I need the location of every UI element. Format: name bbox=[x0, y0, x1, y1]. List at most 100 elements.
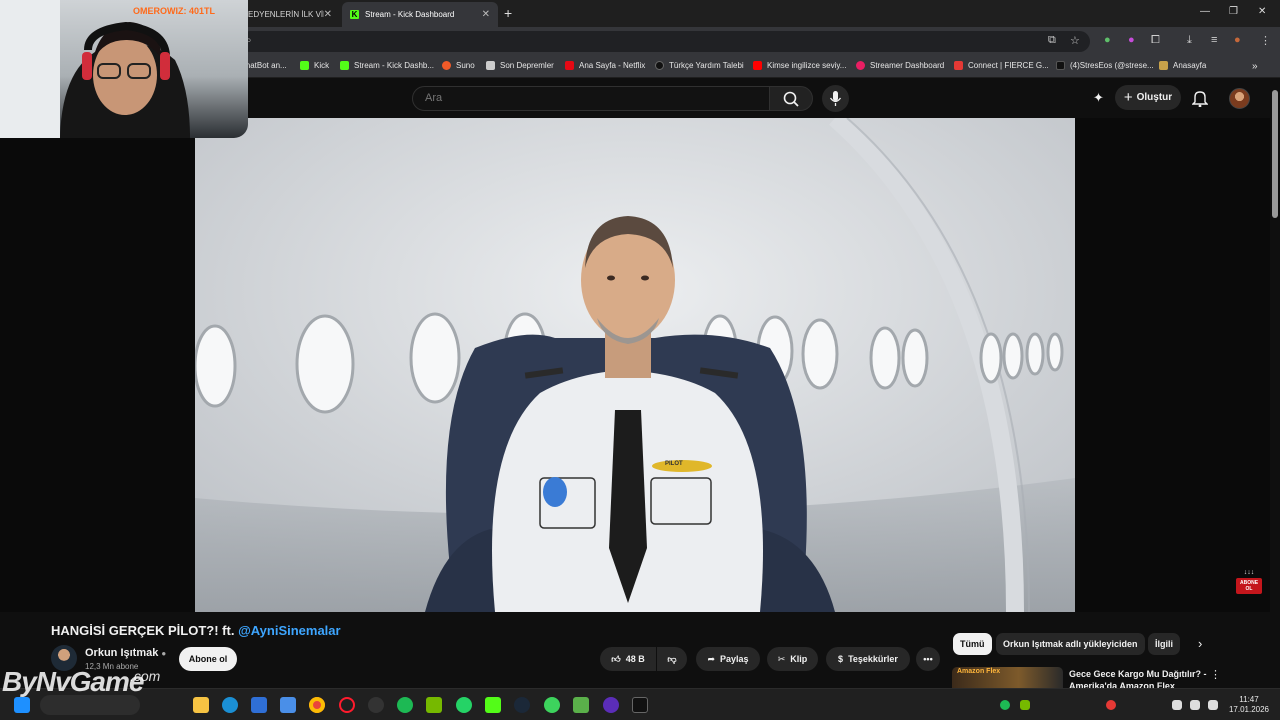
kick-icon bbox=[340, 61, 349, 70]
taskbar-clock[interactable]: 11:47 17.01.2026 bbox=[1225, 695, 1273, 715]
search-button[interactable] bbox=[769, 86, 813, 111]
more-bookmarks-icon[interactable]: » bbox=[1252, 61, 1258, 72]
install-app-icon[interactable]: ⧉ bbox=[1048, 34, 1056, 47]
voice-search-button[interactable] bbox=[822, 85, 849, 112]
thumbs-up-icon: 👍︎ bbox=[611, 653, 621, 664]
bookmark-star-icon[interactable]: ☆ bbox=[1070, 34, 1080, 47]
mention-link[interactable]: @AyniSinemalar bbox=[238, 623, 341, 638]
bookmark-item[interactable]: Kimse ingilizce seviy... bbox=[753, 61, 846, 70]
epic-games-icon[interactable] bbox=[632, 697, 648, 713]
clip-button[interactable]: ✂ Klip bbox=[767, 647, 818, 671]
chevron-right-icon[interactable]: › bbox=[1198, 636, 1202, 651]
steam-icon[interactable] bbox=[514, 697, 530, 713]
tab-youtube[interactable]: EDYENLERİN İLK VİDE... ✕ bbox=[240, 2, 340, 27]
tab-label: Stream - Kick Dashboard bbox=[365, 10, 455, 19]
create-button[interactable]: + Oluştur bbox=[1115, 85, 1181, 110]
chip-uploader[interactable]: Orkun Işıtmak adlı yükleyiciden bbox=[996, 633, 1145, 655]
share-arrow-icon: ➦ bbox=[707, 653, 715, 664]
account-avatar[interactable] bbox=[1229, 88, 1250, 109]
youtube-icon bbox=[753, 61, 762, 70]
bookmark-item[interactable]: Stream - Kick Dashb... bbox=[340, 61, 434, 70]
profile-avatar-icon[interactable]: ● bbox=[1234, 34, 1241, 46]
url-omnibox[interactable]: ⌕ bbox=[240, 31, 1090, 52]
bookmark-item[interactable]: Türkçe Yardım Talebi bbox=[655, 61, 744, 70]
bookmark-item[interactable]: Streamer Dashboard bbox=[856, 61, 944, 70]
tab-kick-dashboard[interactable]: K Stream - Kick Dashboard ✕ bbox=[342, 2, 498, 27]
taskbar-search[interactable] bbox=[40, 695, 140, 715]
channel-name[interactable]: Orkun Işıtmak ● bbox=[85, 647, 166, 659]
scissors-icon: ✂ bbox=[777, 653, 786, 664]
share-button[interactable]: ➦ Paylaş bbox=[696, 647, 760, 671]
video-scene bbox=[195, 118, 1075, 612]
video-frame[interactable]: PILOT bbox=[195, 118, 1075, 612]
bookmark-item[interactable]: Anasayfa bbox=[1159, 61, 1206, 70]
minimize-icon[interactable]: — bbox=[1200, 6, 1210, 17]
subscribe-badge: ↓↓↓ ABONE OL bbox=[1236, 569, 1262, 598]
search-icon bbox=[783, 91, 799, 107]
kick-app-icon[interactable] bbox=[485, 697, 501, 713]
bookmark-item[interactable]: Kick bbox=[300, 61, 329, 70]
home-icon bbox=[1159, 61, 1168, 70]
whatsapp-icon[interactable] bbox=[456, 697, 472, 713]
media-icon[interactable]: ≡ bbox=[1211, 34, 1217, 46]
chrome-icon[interactable] bbox=[309, 697, 325, 713]
app-icon[interactable] bbox=[603, 697, 619, 713]
extension-icon[interactable]: ● bbox=[1104, 34, 1111, 46]
store-icon[interactable] bbox=[251, 697, 267, 713]
file-explorer-icon[interactable] bbox=[193, 697, 209, 713]
webcam-scene bbox=[0, 0, 190, 138]
notifications-bell-icon[interactable] bbox=[1191, 89, 1209, 112]
restore-icon[interactable]: ❐ bbox=[1229, 6, 1238, 17]
bookmark-item[interactable]: Ana Sayfa - Netflix bbox=[565, 61, 645, 70]
extensions-puzzle-icon[interactable]: ⧠ bbox=[1151, 34, 1160, 47]
nvidia-icon[interactable] bbox=[426, 697, 442, 713]
thanks-button[interactable]: $ Teşekkürler bbox=[826, 647, 910, 671]
mail-icon[interactable] bbox=[280, 697, 296, 713]
menu-kebab-icon[interactable]: ⋮ bbox=[1260, 34, 1271, 47]
gemini-sparkle-icon[interactable]: ✦ bbox=[1093, 90, 1104, 106]
tray-mic-icon[interactable] bbox=[1172, 700, 1182, 710]
more-vert-icon[interactable]: ⋮ bbox=[1210, 668, 1221, 681]
tray-network-icon[interactable] bbox=[1190, 700, 1200, 710]
scrollbar-thumb[interactable] bbox=[1272, 90, 1278, 218]
tray-record-icon[interactable] bbox=[1106, 700, 1116, 710]
search-input[interactable] bbox=[425, 92, 755, 104]
minecraft-icon[interactable] bbox=[573, 697, 589, 713]
opera-icon[interactable] bbox=[339, 697, 355, 713]
edge-icon[interactable] bbox=[222, 697, 238, 713]
close-icon[interactable]: ✕ bbox=[482, 9, 490, 20]
spotify-icon[interactable] bbox=[397, 697, 413, 713]
bookmark-item[interactable]: Son Depremler bbox=[486, 61, 554, 70]
discord-alt-icon[interactable] bbox=[544, 697, 560, 713]
recommendation-thumbnail[interactable]: Amazon Flex bbox=[952, 667, 1063, 689]
fierce-icon bbox=[954, 61, 963, 70]
thumbs-down-icon: 👎︎ bbox=[667, 653, 677, 664]
bookmark-item[interactable]: (4)StresEos (@strese... bbox=[1056, 61, 1154, 70]
close-icon[interactable]: ✕ bbox=[324, 9, 332, 20]
close-window-icon[interactable]: ✕ bbox=[1258, 6, 1266, 17]
tray-nvidia-icon[interactable] bbox=[1020, 700, 1030, 710]
chip-all[interactable]: Tümü bbox=[953, 633, 992, 655]
tray-volume-icon[interactable] bbox=[1208, 700, 1218, 710]
download-icon[interactable]: ⤓ bbox=[1187, 34, 1192, 47]
extension-icon[interactable]: ● bbox=[1128, 34, 1135, 46]
bookmark-item[interactable]: Connect | FIERCE G... bbox=[954, 61, 1049, 70]
channel-watermark-suffix: .com bbox=[130, 668, 161, 684]
video-info: HANGİSİ GERÇEK PİLOT?! ft. @AyniSinemala… bbox=[0, 612, 1270, 691]
channel-watermark: ByNvGame bbox=[2, 666, 144, 697]
webcam-overlay: OMEROWIZ: 401TL bbox=[0, 0, 248, 138]
pilot-badge-label: PILOT bbox=[665, 461, 683, 467]
dislike-button[interactable]: 👎︎ bbox=[657, 647, 687, 671]
subscribe-button[interactable]: Abone ol bbox=[179, 647, 237, 671]
tab-label: EDYENLERİN İLK VİDE... bbox=[248, 10, 324, 19]
chip-related[interactable]: İlgili bbox=[1148, 633, 1180, 655]
bookmark-item[interactable]: Suno bbox=[442, 61, 475, 70]
like-button[interactable]: 👍︎ 48 B bbox=[600, 647, 656, 671]
page-scrollbar[interactable] bbox=[1270, 78, 1280, 688]
new-tab-button[interactable]: + bbox=[504, 5, 512, 21]
more-actions-button[interactable]: ••• bbox=[916, 647, 940, 671]
windows-start-icon[interactable] bbox=[14, 697, 30, 713]
tray-spotify-icon[interactable] bbox=[1000, 700, 1010, 710]
obs-icon[interactable] bbox=[368, 697, 384, 713]
video-player[interactable]: PILOT bbox=[0, 118, 1270, 612]
